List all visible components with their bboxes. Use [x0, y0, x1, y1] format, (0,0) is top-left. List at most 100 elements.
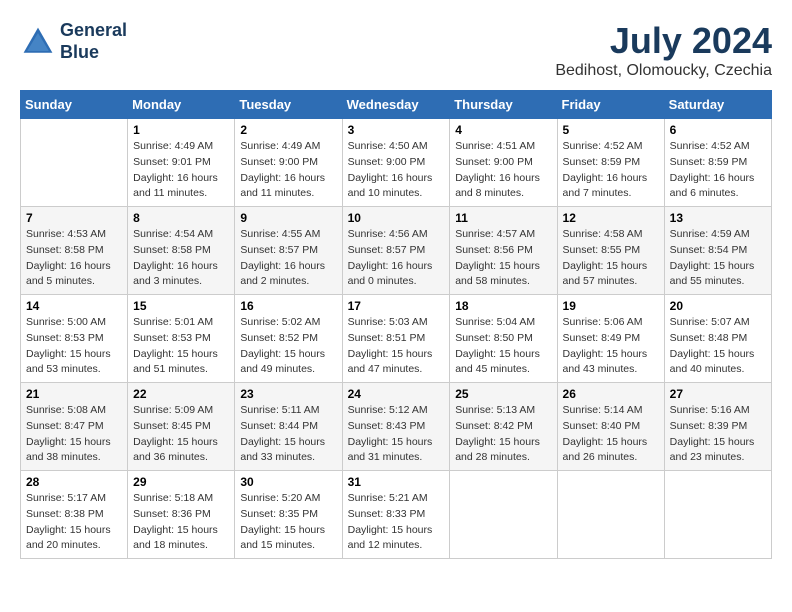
day-info: Sunrise: 4:49 AM Sunset: 9:00 PM Dayligh… [240, 139, 336, 202]
day-number: 28 [26, 475, 122, 489]
calendar-cell: 22 Sunrise: 5:09 AM Sunset: 8:45 PM Dayli… [128, 383, 235, 471]
day-info: Sunrise: 5:12 AM Sunset: 8:43 PM Dayligh… [348, 403, 445, 466]
day-info: Sunrise: 5:09 AM Sunset: 8:45 PM Dayligh… [133, 403, 229, 466]
day-number: 13 [670, 211, 766, 225]
day-number: 24 [348, 387, 445, 401]
weekday-header-friday: Friday [557, 91, 664, 119]
calendar-cell: 17 Sunrise: 5:03 AM Sunset: 8:51 PM Dayli… [342, 295, 450, 383]
day-number: 12 [563, 211, 659, 225]
calendar-cell: 13 Sunrise: 4:59 AM Sunset: 8:54 PM Dayli… [664, 207, 771, 295]
day-number: 16 [240, 299, 336, 313]
calendar-cell: 27 Sunrise: 5:16 AM Sunset: 8:39 PM Dayli… [664, 383, 771, 471]
calendar-cell: 21 Sunrise: 5:08 AM Sunset: 8:47 PM Dayli… [21, 383, 128, 471]
weekday-header-wednesday: Wednesday [342, 91, 450, 119]
day-number: 17 [348, 299, 445, 313]
day-info: Sunrise: 4:52 AM Sunset: 8:59 PM Dayligh… [670, 139, 766, 202]
day-number: 22 [133, 387, 229, 401]
day-number: 25 [455, 387, 551, 401]
calendar-week-row: 7 Sunrise: 4:53 AM Sunset: 8:58 PM Daylig… [21, 207, 772, 295]
calendar-cell [21, 119, 128, 207]
day-info: Sunrise: 4:54 AM Sunset: 8:58 PM Dayligh… [133, 227, 229, 290]
calendar-cell: 1 Sunrise: 4:49 AM Sunset: 9:01 PM Daylig… [128, 119, 235, 207]
calendar-cell: 2 Sunrise: 4:49 AM Sunset: 9:00 PM Daylig… [235, 119, 342, 207]
calendar-week-row: 14Sunrise: 5:00 AM Sunset: 8:53 PM Dayli… [21, 295, 772, 383]
day-info: Sunrise: 5:03 AM Sunset: 8:51 PM Dayligh… [348, 315, 445, 378]
day-info: Sunrise: 5:04 AM Sunset: 8:50 PM Dayligh… [455, 315, 551, 378]
calendar-cell: 11 Sunrise: 4:57 AM Sunset: 8:56 PM Dayli… [450, 207, 557, 295]
calendar-week-row: 21 Sunrise: 5:08 AM Sunset: 8:47 PM Dayli… [21, 383, 772, 471]
day-info: Sunrise: 4:50 AM Sunset: 9:00 PM Dayligh… [348, 139, 445, 202]
day-info: Sunrise: 4:57 AM Sunset: 8:56 PM Dayligh… [455, 227, 551, 290]
day-number: 11 [455, 211, 551, 225]
calendar-cell: 23 Sunrise: 5:11 AM Sunset: 8:44 PM Dayli… [235, 383, 342, 471]
weekday-header-sunday: Sunday [21, 91, 128, 119]
day-info: Sunrise: 5:20 AM Sunset: 8:35 PM Dayligh… [240, 491, 336, 554]
day-info: Sunrise: 5:14 AM Sunset: 8:40 PM Dayligh… [563, 403, 659, 466]
title-block: July 2024 Bedihost, Olomoucky, Czechia [555, 20, 772, 80]
calendar-cell: 4 Sunrise: 4:51 AM Sunset: 9:00 PM Daylig… [450, 119, 557, 207]
day-number: 21 [26, 387, 122, 401]
day-info: Sunrise: 4:53 AM Sunset: 8:58 PM Dayligh… [26, 227, 122, 290]
day-number: 23 [240, 387, 336, 401]
day-info: Sunrise: 5:02 AM Sunset: 8:52 PM Dayligh… [240, 315, 336, 378]
calendar-cell: 8 Sunrise: 4:54 AM Sunset: 8:58 PM Daylig… [128, 207, 235, 295]
day-info: Sunrise: 4:59 AM Sunset: 8:54 PM Dayligh… [670, 227, 766, 290]
day-info: Sunrise: 5:13 AM Sunset: 8:42 PM Dayligh… [455, 403, 551, 466]
day-number: 30 [240, 475, 336, 489]
day-info: Sunrise: 5:07 AM Sunset: 8:48 PM Dayligh… [670, 315, 766, 378]
calendar-cell: 6 Sunrise: 4:52 AM Sunset: 8:59 PM Daylig… [664, 119, 771, 207]
day-info: Sunrise: 5:08 AM Sunset: 8:47 PM Dayligh… [26, 403, 122, 466]
calendar-cell: 9Sunrise: 4:55 AM Sunset: 8:57 PM Daylig… [235, 207, 342, 295]
calendar-cell: 30 Sunrise: 5:20 AM Sunset: 8:35 PM Dayli… [235, 471, 342, 559]
weekday-header-saturday: Saturday [664, 91, 771, 119]
calendar-cell: 14Sunrise: 5:00 AM Sunset: 8:53 PM Dayli… [21, 295, 128, 383]
day-number: 7 [26, 211, 122, 225]
calendar-cell: 24 Sunrise: 5:12 AM Sunset: 8:43 PM Dayli… [342, 383, 450, 471]
day-number: 4 [455, 123, 551, 137]
month-title: July 2024 [555, 20, 772, 62]
calendar-cell: 28 Sunrise: 5:17 AM Sunset: 8:38 PM Dayli… [21, 471, 128, 559]
day-number: 9 [240, 211, 336, 225]
day-info: Sunrise: 4:58 AM Sunset: 8:55 PM Dayligh… [563, 227, 659, 290]
day-info: Sunrise: 5:17 AM Sunset: 8:38 PM Dayligh… [26, 491, 122, 554]
calendar-cell: 18Sunrise: 5:04 AM Sunset: 8:50 PM Dayli… [450, 295, 557, 383]
day-number: 14 [26, 299, 122, 313]
day-number: 15 [133, 299, 229, 313]
day-info: Sunrise: 4:52 AM Sunset: 8:59 PM Dayligh… [563, 139, 659, 202]
calendar-cell: 31Sunrise: 5:21 AM Sunset: 8:33 PM Dayli… [342, 471, 450, 559]
calendar-cell: 15 Sunrise: 5:01 AM Sunset: 8:53 PM Dayli… [128, 295, 235, 383]
day-number: 26 [563, 387, 659, 401]
calendar-cell: 16 Sunrise: 5:02 AM Sunset: 8:52 PM Dayli… [235, 295, 342, 383]
day-info: Sunrise: 5:11 AM Sunset: 8:44 PM Dayligh… [240, 403, 336, 466]
weekday-header-thursday: Thursday [450, 91, 557, 119]
page-header: General Blue July 2024 Bedihost, Olomouc… [20, 20, 772, 80]
calendar-cell: 26 Sunrise: 5:14 AM Sunset: 8:40 PM Dayli… [557, 383, 664, 471]
day-number: 19 [563, 299, 659, 313]
day-number: 3 [348, 123, 445, 137]
calendar-week-row: 28 Sunrise: 5:17 AM Sunset: 8:38 PM Dayli… [21, 471, 772, 559]
day-info: Sunrise: 4:51 AM Sunset: 9:00 PM Dayligh… [455, 139, 551, 202]
day-number: 1 [133, 123, 229, 137]
day-number: 2 [240, 123, 336, 137]
day-info: Sunrise: 5:01 AM Sunset: 8:53 PM Dayligh… [133, 315, 229, 378]
calendar-cell: 20Sunrise: 5:07 AM Sunset: 8:48 PM Dayli… [664, 295, 771, 383]
calendar-cell [557, 471, 664, 559]
calendar-week-row: 1 Sunrise: 4:49 AM Sunset: 9:01 PM Daylig… [21, 119, 772, 207]
logo: General Blue [20, 20, 127, 63]
weekday-header-row: SundayMondayTuesdayWednesdayThursdayFrid… [21, 91, 772, 119]
logo-text: General Blue [60, 20, 127, 63]
day-number: 6 [670, 123, 766, 137]
day-info: Sunrise: 5:16 AM Sunset: 8:39 PM Dayligh… [670, 403, 766, 466]
calendar-cell: 25 Sunrise: 5:13 AM Sunset: 8:42 PM Dayli… [450, 383, 557, 471]
weekday-header-tuesday: Tuesday [235, 91, 342, 119]
day-info: Sunrise: 5:06 AM Sunset: 8:49 PM Dayligh… [563, 315, 659, 378]
day-number: 8 [133, 211, 229, 225]
calendar-cell [450, 471, 557, 559]
day-info: Sunrise: 4:49 AM Sunset: 9:01 PM Dayligh… [133, 139, 229, 202]
location: Bedihost, Olomoucky, Czechia [555, 62, 772, 80]
calendar-table: SundayMondayTuesdayWednesdayThursdayFrid… [20, 90, 772, 559]
calendar-cell: 12 Sunrise: 4:58 AM Sunset: 8:55 PM Dayli… [557, 207, 664, 295]
calendar-cell: 29Sunrise: 5:18 AM Sunset: 8:36 PM Dayli… [128, 471, 235, 559]
calendar-cell [664, 471, 771, 559]
day-number: 27 [670, 387, 766, 401]
